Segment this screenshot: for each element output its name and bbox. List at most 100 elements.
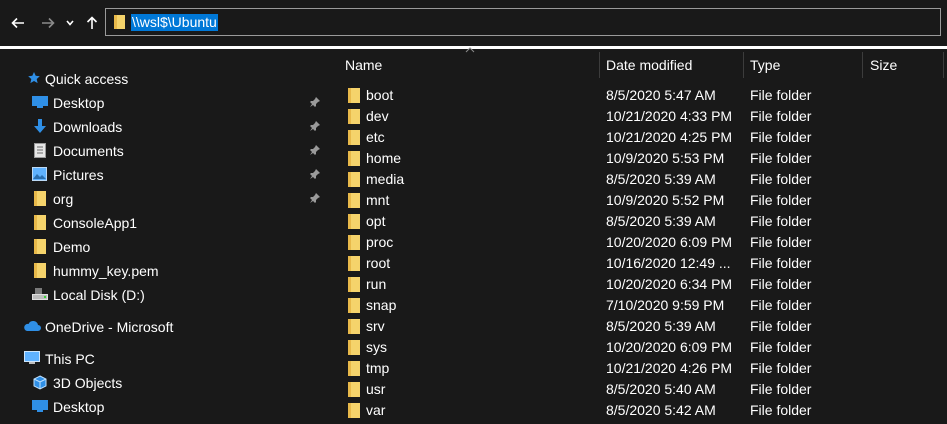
nav-item-downloads[interactable]: Downloads (0, 115, 326, 139)
file-type: File folder (750, 213, 812, 229)
file-date-modified: 8/5/2020 5:42 AM (606, 402, 716, 418)
file-type: File folder (750, 339, 812, 355)
address-bar[interactable]: \\wsl$\Ubuntu (105, 8, 941, 36)
nav-item-hummy-key[interactable]: hummy_key.pem (0, 259, 326, 283)
table-row[interactable]: mnt 10/9/2020 5:52 PM File folder (326, 190, 947, 211)
pin-icon[interactable] (310, 121, 320, 131)
table-row[interactable]: run 10/20/2020 6:34 PM File folder (326, 274, 947, 295)
nav-label: Demo (53, 239, 91, 255)
file-list: boot 8/5/2020 5:47 AM File folder dev 10/21/… (326, 85, 947, 424)
file-type: File folder (750, 129, 812, 145)
nav-label: ConsoleApp1 (53, 215, 138, 231)
column-divider[interactable] (743, 52, 744, 78)
table-row[interactable]: dev 10/21/2020 4:33 PM File folder (326, 106, 947, 127)
folder-icon (348, 298, 360, 313)
column-size[interactable]: Size (870, 49, 897, 81)
pin-icon[interactable] (310, 145, 320, 155)
column-name[interactable]: Name (345, 49, 382, 81)
forward-button[interactable] (38, 12, 58, 34)
table-row[interactable]: proc 10/20/2020 6:09 PM File folder (326, 232, 947, 253)
up-button[interactable] (82, 12, 102, 34)
recent-locations-button[interactable] (62, 12, 78, 34)
file-type: File folder (750, 276, 812, 292)
sort-caret-icon (465, 47, 475, 53)
file-date-modified: 10/9/2020 5:52 PM (606, 192, 725, 208)
file-name: opt (366, 213, 386, 229)
nav-item-documents[interactable]: Documents (0, 139, 326, 163)
file-date-modified: 10/16/2020 12:49 ... (606, 255, 731, 271)
folder-icon (348, 256, 360, 271)
column-type[interactable]: Type (750, 49, 780, 81)
folder-icon (348, 193, 360, 208)
table-row[interactable]: opt 8/5/2020 5:39 AM File folder (326, 211, 947, 232)
file-date-modified: 8/5/2020 5:39 AM (606, 213, 716, 229)
folder-icon (348, 172, 360, 187)
arrow-right-icon (42, 17, 55, 29)
nav-item-pictures[interactable]: Pictures (0, 163, 326, 187)
folder-icon (348, 382, 360, 397)
nav-label: org (53, 191, 74, 207)
file-type: File folder (750, 192, 812, 208)
nav-onedrive[interactable]: OneDrive - Microsoft (0, 315, 326, 339)
folder-icon (348, 130, 360, 145)
nav-quick-access[interactable]: Quick access (0, 67, 326, 91)
nav-label: Quick access (45, 71, 129, 87)
nav-this-pc[interactable]: This PC (0, 347, 326, 371)
nav-item-org[interactable]: org (0, 187, 326, 211)
pin-icon[interactable] (310, 193, 320, 203)
file-name: var (366, 402, 386, 418)
computer-icon (24, 351, 40, 364)
table-row[interactable]: media 8/5/2020 5:39 AM File folder (326, 169, 947, 190)
desktop-icon (32, 400, 48, 412)
file-date-modified: 10/20/2020 6:34 PM (606, 276, 733, 292)
file-date-modified: 8/5/2020 5:40 AM (606, 381, 716, 397)
table-row[interactable]: etc 10/21/2020 4:25 PM File folder (326, 127, 947, 148)
nav-item-local-disk-d[interactable]: Local Disk (D:) (0, 283, 326, 307)
address-path[interactable]: \\wsl$\Ubuntu (131, 14, 218, 31)
table-row[interactable]: srv 8/5/2020 5:39 AM File folder (326, 316, 947, 337)
table-row[interactable]: usr 8/5/2020 5:40 AM File folder (326, 379, 947, 400)
file-date-modified: 8/5/2020 5:47 AM (606, 87, 716, 103)
table-row[interactable]: boot 8/5/2020 5:47 AM File folder (326, 85, 947, 106)
nav-label: hummy_key.pem (53, 263, 159, 279)
file-name: dev (366, 108, 389, 124)
nav-item-consoleapp1[interactable]: ConsoleApp1 (0, 211, 326, 235)
table-row[interactable]: tmp 10/21/2020 4:26 PM File folder (326, 358, 947, 379)
nav-item-desktop[interactable]: Desktop (0, 91, 326, 115)
column-divider[interactable] (943, 52, 944, 78)
table-row[interactable]: sys 10/20/2020 6:09 PM File folder (326, 337, 947, 358)
table-row[interactable]: home 10/9/2020 5:53 PM File folder (326, 148, 947, 169)
nav-label: Desktop (53, 399, 105, 415)
file-type: File folder (750, 381, 812, 397)
file-date-modified: 10/20/2020 6:09 PM (606, 339, 733, 355)
column-divider[interactable] (862, 52, 863, 78)
nav-label: 3D Objects (53, 375, 123, 391)
folder-icon (348, 235, 360, 250)
file-date-modified: 10/9/2020 5:53 PM (606, 150, 725, 166)
column-divider[interactable] (599, 52, 600, 78)
pin-icon[interactable] (310, 169, 320, 179)
folder-icon (348, 151, 360, 166)
file-type: File folder (750, 171, 812, 187)
file-name: usr (366, 381, 386, 397)
folder-icon (348, 277, 360, 292)
nav-item-3d-objects[interactable]: 3D Objects (0, 371, 326, 395)
column-date-modified[interactable]: Date modified (606, 49, 692, 81)
table-row[interactable]: snap 7/10/2020 9:59 PM File folder (326, 295, 947, 316)
folder-icon (34, 263, 46, 278)
nav-item-demo[interactable]: Demo (0, 235, 326, 259)
table-row[interactable]: var 8/5/2020 5:42 AM File folder (326, 400, 947, 421)
nav-label: Pictures (53, 167, 104, 183)
document-icon (34, 143, 46, 158)
nav-item-desktop-pc[interactable]: Desktop (0, 395, 326, 419)
file-name: proc (366, 234, 394, 250)
arrow-left-icon (11, 17, 24, 29)
back-button[interactable] (8, 12, 28, 34)
navigation-bar: \\wsl$\Ubuntu (0, 0, 947, 46)
folder-icon (348, 88, 360, 103)
pin-icon[interactable] (310, 97, 320, 107)
file-type: File folder (750, 297, 812, 313)
table-row[interactable]: root 10/16/2020 12:49 ... File folder (326, 253, 947, 274)
cloud-icon (24, 320, 41, 331)
arrow-up-icon (86, 16, 98, 29)
